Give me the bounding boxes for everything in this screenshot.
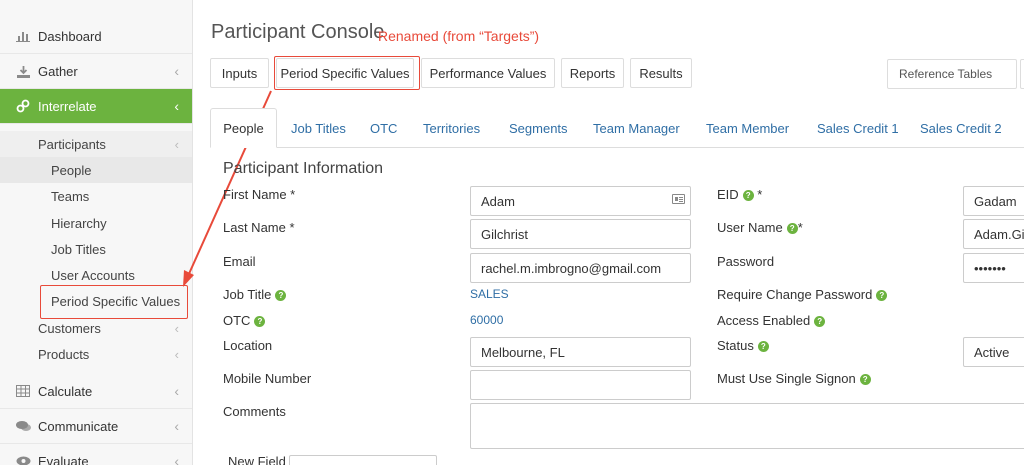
first-name-value: Adam <box>481 193 515 209</box>
help-icon[interactable]: ? <box>876 290 888 302</box>
password-field[interactable]: ••••••• <box>963 253 1024 283</box>
mobile-label: Mobile Number <box>223 371 312 386</box>
username-label: User Name? * <box>717 220 803 235</box>
help-icon[interactable]: ? <box>757 341 769 353</box>
last-name-label: Last Name * <box>223 220 295 235</box>
new-field-input[interactable] <box>289 455 437 465</box>
otc-label-text: OTC <box>223 313 251 328</box>
help-icon[interactable]: ? <box>254 316 266 328</box>
otc-label: OTC? <box>223 313 266 328</box>
access-enabled-text: Access Enabled <box>717 313 811 328</box>
subtab-team-manager[interactable]: Team Manager <box>593 108 680 148</box>
eid-field[interactable]: Gadam <box>963 186 1024 216</box>
required-mark: * <box>757 187 763 202</box>
subtab-segments[interactable]: Segments <box>509 108 568 148</box>
help-icon[interactable]: ? <box>742 190 754 202</box>
first-name-label: First Name * <box>223 187 296 202</box>
email-field[interactable]: rachel.m.imbrogno@gmail.com <box>470 253 691 283</box>
help-icon[interactable]: ? <box>814 316 826 328</box>
job-title-link[interactable]: SALES <box>470 287 509 301</box>
help-icon[interactable]: ? <box>275 290 287 302</box>
require-change-password-label: Require Change Password? <box>717 287 888 302</box>
subtab-sales-credit-1[interactable]: Sales Credit 1 <box>817 108 899 148</box>
status-label-text: Status <box>717 338 754 353</box>
subtab-job-titles[interactable]: Job Titles <box>291 108 346 148</box>
eid-label: EID? * <box>717 187 762 202</box>
section-title: Participant Information <box>223 160 384 177</box>
help-icon[interactable]: ? <box>859 374 871 386</box>
eid-label-text: EID <box>717 187 739 202</box>
required-mark: * <box>797 220 803 235</box>
new-field-label: New Field <box>228 454 286 465</box>
single-signon-label: Must Use Single Signon? <box>717 371 871 386</box>
otc-link[interactable]: 60000 <box>470 313 503 327</box>
subtab-sales-credit-2[interactable]: Sales Credit 2 <box>920 108 1002 148</box>
mobile-field[interactable] <box>470 370 691 400</box>
comments-label: Comments <box>223 404 286 419</box>
job-title-label-text: Job Title <box>223 287 272 302</box>
single-signon-text: Must Use Single Signon <box>717 371 856 386</box>
location-label: Location <box>223 338 273 353</box>
username-field[interactable]: Adam.Gil <box>963 219 1024 249</box>
username-label-text: User Name <box>717 220 783 235</box>
location-field[interactable]: Melbourne, FL <box>470 337 691 367</box>
subtab-people[interactable]: People <box>210 108 277 148</box>
status-label: Status? <box>717 338 769 353</box>
access-enabled-label: Access Enabled? <box>717 313 826 328</box>
subtab-team-member[interactable]: Team Member <box>706 108 789 148</box>
sub-tab-bar: People Job Titles OTC Territories Segmen… <box>210 108 1024 148</box>
comments-field[interactable] <box>470 403 1024 449</box>
help-icon[interactable]: ? <box>786 223 798 235</box>
subtab-otc[interactable]: OTC <box>370 108 397 148</box>
subtab-territories[interactable]: Territories <box>423 108 480 148</box>
require-change-password-text: Require Change Password <box>717 287 873 302</box>
contact-card-icon[interactable] <box>672 194 685 204</box>
last-name-field[interactable]: Gilchrist <box>470 219 691 249</box>
email-label: Email <box>223 254 256 269</box>
job-title-label: Job Title? <box>223 287 287 302</box>
first-name-field[interactable]: Adam <box>470 186 691 216</box>
password-label: Password <box>717 254 775 269</box>
status-select[interactable]: Active <box>963 337 1024 367</box>
